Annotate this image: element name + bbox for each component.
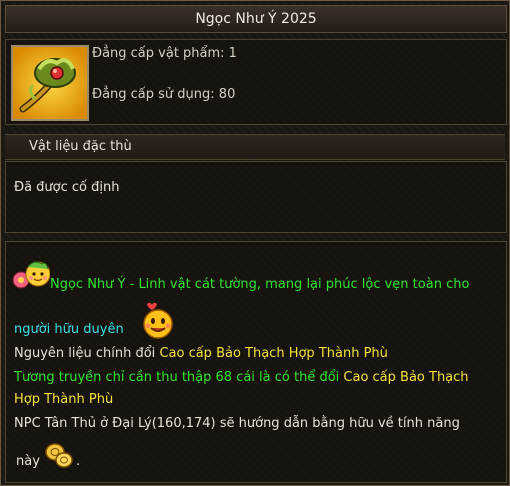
description-line-2: người hữu duyên (14, 322, 124, 337)
description-line-4: Tương truyền chỉ cần thu thập 68 cái là … (14, 370, 469, 385)
tooltip-title: Ngọc Như Ý 2025 (5, 5, 507, 33)
bound-status-text: Đã được cố định (14, 180, 120, 195)
special-materials-panel: Đã được cố định (5, 161, 507, 233)
exchange-item-name-2: Cao cấp Bảo Thạch (343, 370, 469, 385)
description-line-6: NPC Tân Thủ ở Đại Lý(160,174) sẽ hướng d… (14, 416, 460, 431)
description-line-7-prefix: này (16, 454, 40, 469)
item-tooltip: Ngọc Như Ý 2025 Đẳng cấp vật phẩm: 1 Đẳn… (0, 0, 510, 486)
description-line-1: Ngọc Như Ý - Linh vật cát tường, mang lạ… (50, 277, 470, 292)
item-info-panel: Đẳng cấp vật phẩm: 1 Đẳng cấp sử dụng: 8… (5, 39, 507, 125)
main-material-prefix: Nguyên liệu chính đổi (14, 346, 160, 361)
smiley-emote-icon (134, 300, 178, 340)
description-line-5: Hợp Thành Phù (14, 392, 114, 407)
item-description-panel: Ngọc Như Ý - Linh vật cát tường, mang lạ… (5, 241, 507, 483)
description-line-3: Nguyên liệu chính đổi Cao cấp Bảo Thạch … (14, 346, 388, 361)
use-level-text: Đẳng cấp sử dụng: 80 (92, 87, 236, 102)
description-line-7-suffix: . (76, 454, 81, 469)
flower-sprite-icon (12, 259, 51, 293)
collect-hint-text: Tương truyền chỉ cần thu thập 68 cái là … (14, 370, 344, 385)
golden-ruyi-scepter-icon (11, 45, 89, 121)
special-materials-label: Vật liệu đặc thù (29, 139, 132, 154)
special-materials-header: Vật liệu đặc thù (5, 134, 505, 160)
exchange-item-name: Cao cấp Bảo Thạch Hợp Thành Phù (159, 346, 388, 361)
gold-coins-icon (44, 440, 74, 470)
item-level-text: Đẳng cấp vật phẩm: 1 (92, 46, 237, 61)
